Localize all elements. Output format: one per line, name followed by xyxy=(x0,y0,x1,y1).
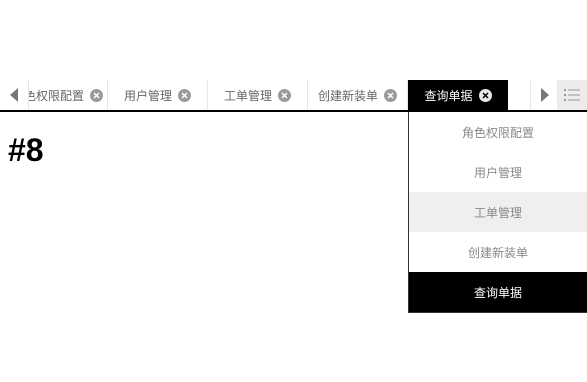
dropdown-item-role-permission-config[interactable]: 角色权限配置 xyxy=(409,112,587,152)
tab-label: 查询单据 xyxy=(424,88,473,103)
page-title: #8 xyxy=(8,132,44,168)
triangle-left-icon xyxy=(10,88,18,102)
dropdown-item-user-management[interactable]: 用户管理 xyxy=(409,152,587,192)
close-icon[interactable] xyxy=(478,88,492,102)
tab-work-order-management[interactable]: 工单管理 xyxy=(208,80,308,110)
close-icon[interactable] xyxy=(278,88,291,102)
tab-role-permission-config[interactable]: 角色权限配置 xyxy=(29,80,108,110)
tab-query-documents[interactable]: 查询单据 xyxy=(408,80,508,110)
dropdown-item-work-order-management[interactable]: 工单管理 xyxy=(409,192,587,232)
tab-create-new-install-order[interactable]: 创建新装单 xyxy=(308,80,408,110)
triangle-right-icon xyxy=(541,88,549,102)
tab-label: 创建新装单 xyxy=(317,88,378,103)
scroll-right-button[interactable] xyxy=(530,80,559,110)
list-icon xyxy=(564,89,580,101)
scroll-left-button[interactable] xyxy=(0,80,29,110)
tabs-strip: 角色权限配置 用户管理 工单管理 创建新装单 xyxy=(29,80,508,110)
tab-dropdown-menu: 角色权限配置 用户管理 工单管理 创建新装单 查询单据 xyxy=(408,112,587,313)
tab-user-management[interactable]: 用户管理 xyxy=(108,80,208,110)
close-icon[interactable] xyxy=(90,88,103,102)
tab-label: 用户管理 xyxy=(123,88,172,103)
tabs-viewport: 角色权限配置 用户管理 工单管理 创建新装单 xyxy=(29,80,530,110)
dropdown-item-query-documents[interactable]: 查询单据 xyxy=(409,272,587,312)
close-icon[interactable] xyxy=(384,88,397,102)
dropdown-item-create-new-install-order[interactable]: 创建新装单 xyxy=(409,232,587,272)
close-icon[interactable] xyxy=(178,88,191,102)
tab-menu-button[interactable] xyxy=(557,80,587,110)
tab-label: 角色权限配置 xyxy=(29,88,84,103)
tab-bar: 角色权限配置 用户管理 工单管理 创建新装单 xyxy=(0,80,587,110)
tab-label: 工单管理 xyxy=(223,88,272,103)
